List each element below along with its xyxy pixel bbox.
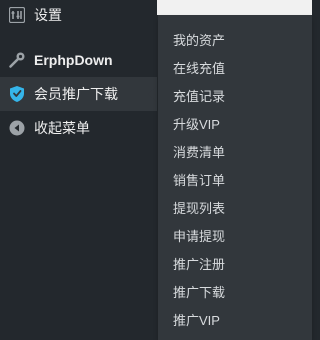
collapse-menu-button[interactable]: 收起菜单 [0,111,157,145]
active-menu-pointer [148,86,157,102]
submenu-item-my-assets[interactable]: 我的资产 [158,23,312,54]
submenu-item-sales-orders[interactable]: 销售订单 [158,163,312,194]
submenu-item-upgrade-vip[interactable]: 升级VIP [158,107,312,138]
submenu-item-promo-register[interactable]: 推广注册 [158,247,312,278]
submenu-item-apply-withdrawal[interactable]: 申请提现 [158,219,312,250]
sidebar-item-erphpdown[interactable]: ErphpDown [0,43,157,77]
sidebar-item-label: 收起菜单 [34,120,90,136]
sidebar-item-label: ErphpDown [34,52,113,68]
submenu-item-recharge-records[interactable]: 充值记录 [158,79,312,110]
sidebar-item-settings[interactable]: 设置 [0,0,157,32]
collapse-arrow-icon [8,119,26,137]
settings-icon [8,6,26,24]
shield-icon [8,85,26,103]
submenu-item-consumption-list[interactable]: 消费清单 [158,135,312,166]
submenu-item-withdrawal-list[interactable]: 提现列表 [158,191,312,222]
submenu-item-online-recharge[interactable]: 在线充值 [158,51,312,82]
sidebar-item-member-promotion[interactable]: 会员推广下载 [0,77,157,111]
page-content-background [157,0,312,15]
wrench-icon [8,51,26,69]
submenu-item-promo-vip[interactable]: 推广VIP [158,303,312,334]
admin-menu-screen: 设置 ErphpDown 会员推广下载 收起菜单 我的资产 在线充值 充值记录 … [0,0,312,340]
admin-sidebar: 设置 ErphpDown 会员推广下载 收起菜单 [0,0,157,340]
flyout-submenu: 我的资产 在线充值 充值记录 升级VIP 消费清单 销售订单 提现列表 申请提现… [158,15,312,340]
sidebar-item-label: 会员推广下载 [34,86,118,102]
sidebar-item-label: 设置 [34,7,62,23]
submenu-item-promo-download[interactable]: 推广下载 [158,275,312,306]
